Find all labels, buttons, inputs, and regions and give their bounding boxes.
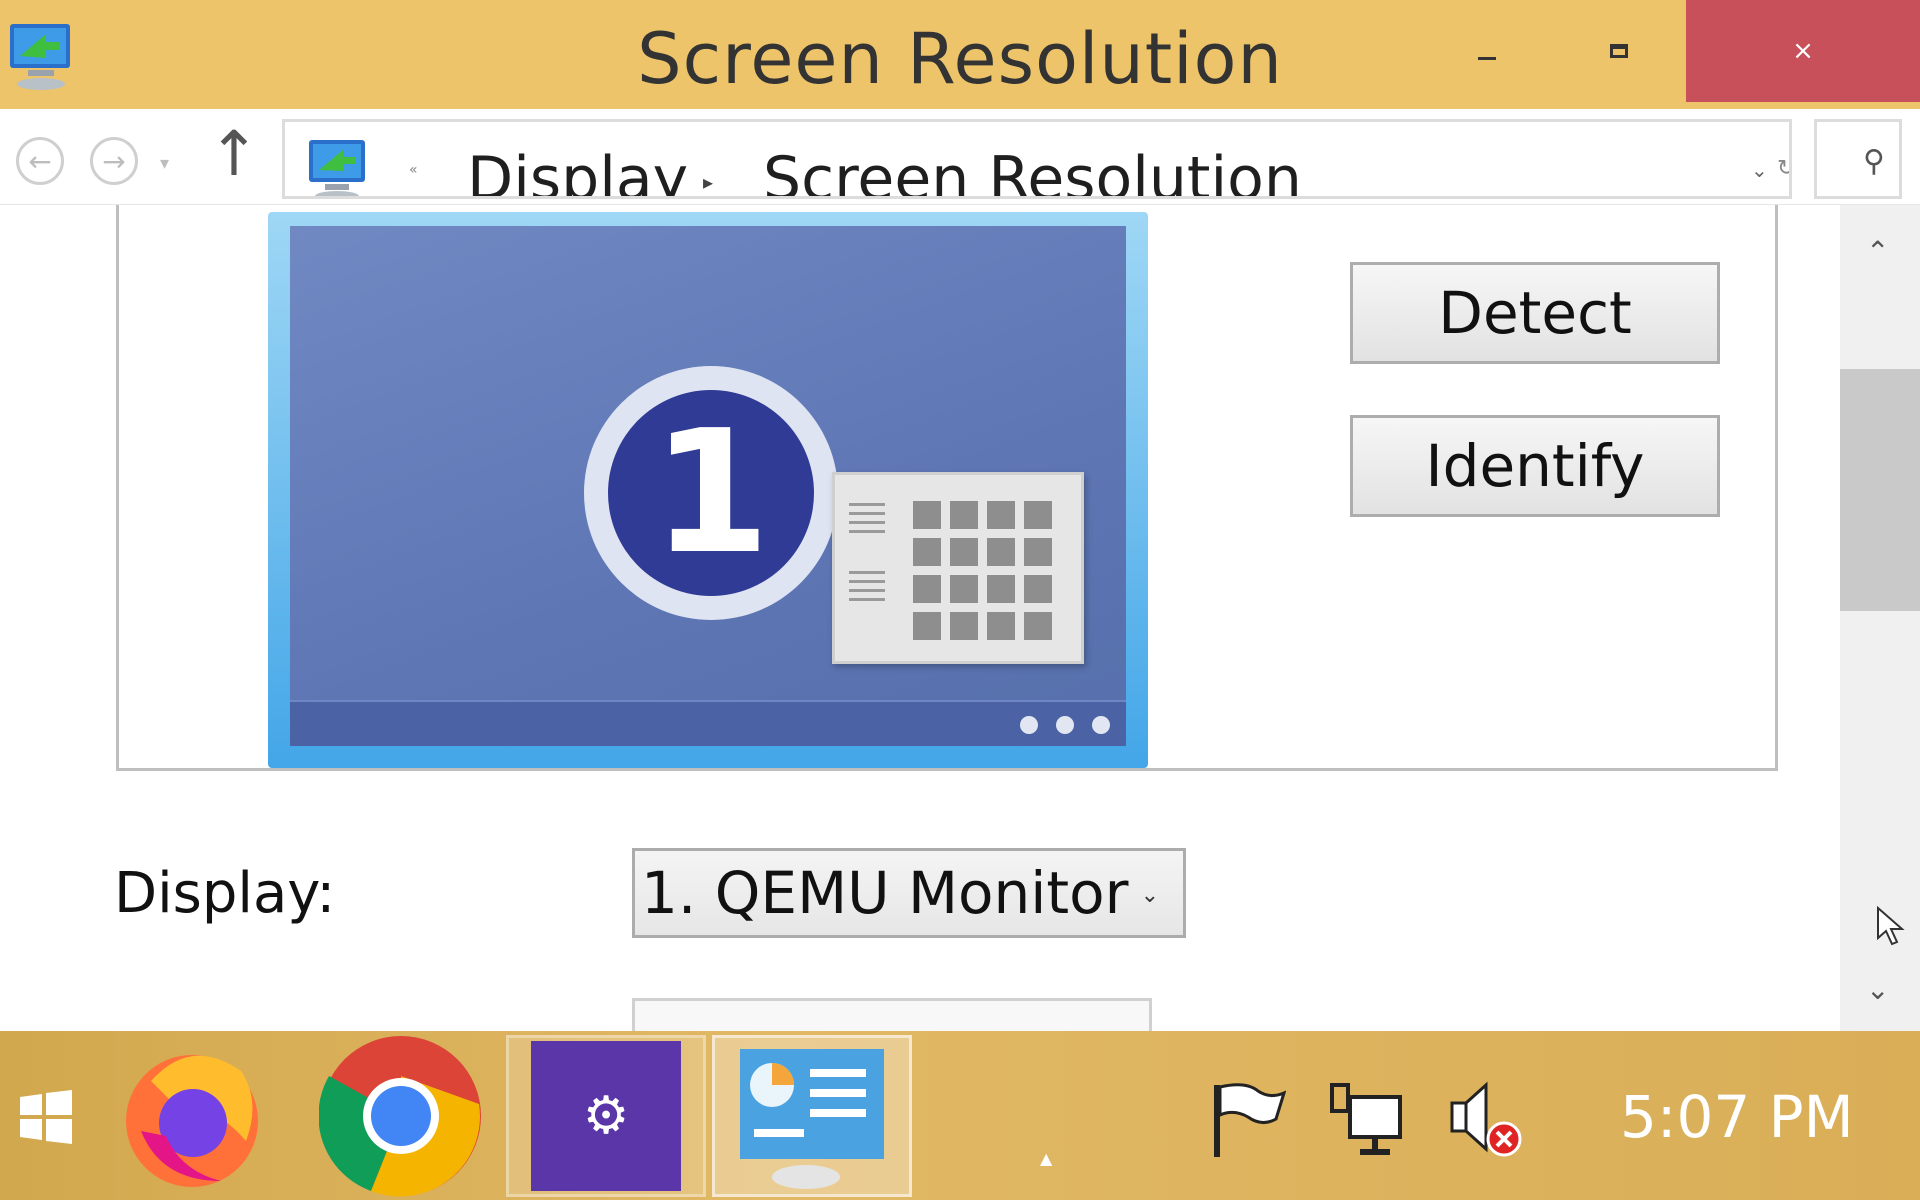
settings-icon: ⚙ bbox=[531, 1041, 681, 1191]
network-icon[interactable] bbox=[1326, 1079, 1408, 1159]
close-icon: × bbox=[1792, 36, 1814, 66]
scroll-up-icon[interactable]: ⌃ bbox=[1866, 235, 1889, 268]
forward-arrow-icon: → bbox=[102, 144, 126, 178]
monitor-screen: 1 bbox=[290, 226, 1126, 746]
dot-icon bbox=[1020, 716, 1038, 734]
back-arrow-icon: ← bbox=[28, 144, 52, 178]
control-panel-taskbar-button[interactable] bbox=[712, 1035, 912, 1197]
forward-button[interactable]: → bbox=[90, 137, 138, 185]
mini-window-icon bbox=[832, 472, 1084, 664]
back-button[interactable]: ← bbox=[16, 137, 64, 185]
firefox-taskbar-button[interactable] bbox=[118, 1035, 266, 1197]
settings-taskbar-button[interactable]: ⚙ bbox=[506, 1035, 706, 1197]
navigation-bar: ← → ▾ ↑ « Display ▸ Screen Resolution ⌄ … bbox=[0, 109, 1920, 205]
taskbar-clock[interactable]: 5:07 PM bbox=[1620, 1083, 1854, 1151]
close-button[interactable]: × bbox=[1686, 0, 1920, 102]
chevron-down-icon: ⌄ bbox=[1140, 883, 1159, 908]
recent-locations-dropdown[interactable]: ▾ bbox=[160, 153, 169, 174]
title-bar: Screen Resolution × bbox=[0, 0, 1920, 109]
restore-icon bbox=[1610, 44, 1628, 58]
mouse-cursor-icon bbox=[1877, 906, 1905, 946]
windows-start-icon[interactable] bbox=[18, 1089, 74, 1145]
search-box[interactable]: ⚲ bbox=[1814, 119, 1902, 199]
firefox-icon bbox=[126, 1055, 258, 1187]
refresh-icon[interactable]: ↻ bbox=[1777, 156, 1789, 181]
display-label: Display: bbox=[114, 861, 336, 926]
identify-button[interactable]: Identify bbox=[1350, 415, 1720, 517]
control-panel-icon bbox=[740, 1049, 884, 1189]
display-location-icon bbox=[309, 140, 365, 196]
monitor-taskbar bbox=[290, 700, 1126, 746]
breadcrumb-screen-resolution[interactable]: Screen Resolution bbox=[763, 144, 1302, 196]
maximize-button[interactable] bbox=[1556, 0, 1682, 102]
dot-icon bbox=[1092, 716, 1110, 734]
monitor-number-badge: 1 bbox=[584, 366, 838, 620]
monitor-preview[interactable]: 1 bbox=[268, 212, 1148, 768]
detect-button[interactable]: Detect bbox=[1350, 262, 1720, 364]
dot-icon bbox=[1056, 716, 1074, 734]
resolution-select[interactable] bbox=[632, 998, 1152, 1031]
scroll-down-icon[interactable]: ⌄ bbox=[1866, 973, 1889, 1006]
scrollbar-thumb[interactable] bbox=[1840, 369, 1920, 611]
main-content: 1 Detect Identify Display: 1. QEMU Monit… bbox=[0, 205, 1840, 1031]
display-select-value: 1. QEMU Monitor bbox=[641, 859, 1129, 927]
breadcrumb-display[interactable]: Display bbox=[467, 144, 688, 196]
minimize-button[interactable] bbox=[1424, 0, 1550, 102]
display-select[interactable]: 1. QEMU Monitor ⌄ bbox=[632, 848, 1186, 938]
taskbar: ⚙ ▲ 5:07 PM bbox=[0, 1031, 1920, 1200]
up-arrow-button[interactable]: ↑ bbox=[208, 123, 260, 185]
search-icon[interactable]: ⚲ bbox=[1863, 144, 1885, 179]
monitor-number: 1 bbox=[608, 390, 814, 596]
breadcrumb-overflow-icon[interactable]: « bbox=[409, 162, 418, 178]
volume-muted-icon[interactable] bbox=[1446, 1079, 1526, 1159]
chrome-taskbar-button[interactable] bbox=[316, 1035, 486, 1197]
show-hidden-icons-button[interactable]: ▲ bbox=[1040, 1149, 1052, 1168]
address-dropdown-icon[interactable]: ⌄ bbox=[1751, 158, 1768, 182]
action-center-flag-icon[interactable] bbox=[1206, 1079, 1286, 1159]
chrome-icon bbox=[319, 1036, 481, 1197]
minimize-icon bbox=[1478, 56, 1496, 60]
address-bar[interactable]: « Display ▸ Screen Resolution ⌄ ↻ bbox=[282, 119, 1792, 199]
breadcrumb-separator-icon[interactable]: ▸ bbox=[703, 170, 713, 194]
